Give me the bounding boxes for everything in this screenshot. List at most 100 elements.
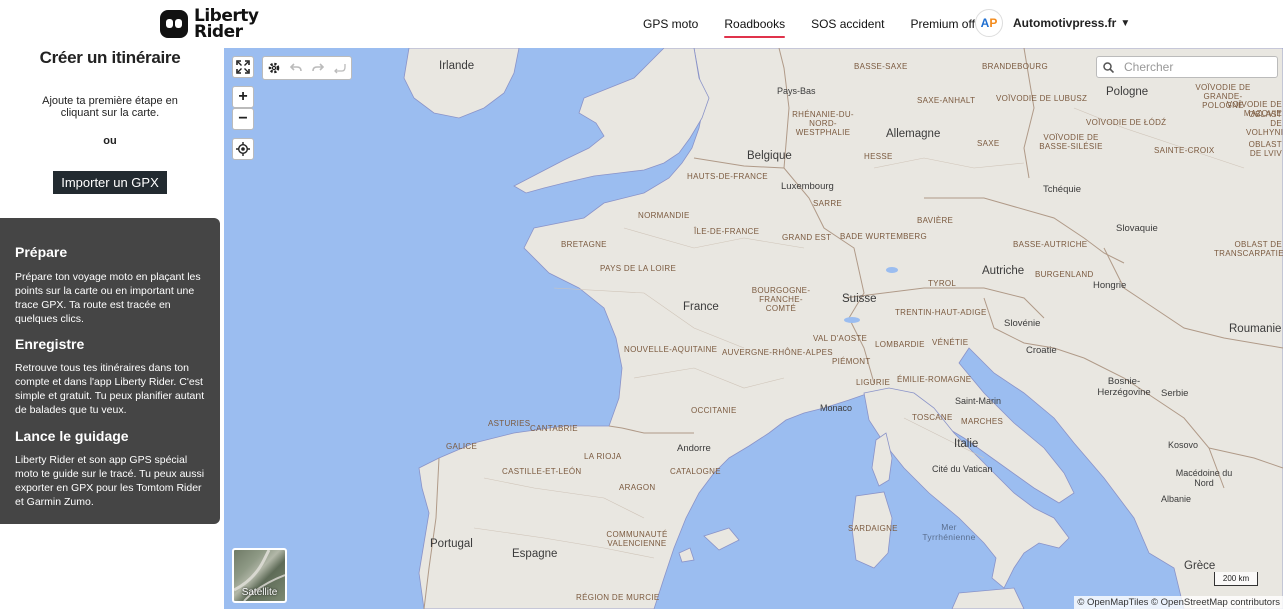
region-label: ARAGON [619,483,656,492]
satellite-label: Satellite [241,587,278,598]
map-canvas[interactable]: Irlande Pays-Bas Belgique Luxembourg All… [224,48,1283,609]
panel-hint: Ajoute ta première étape en cliquant sur… [42,95,178,119]
country-label: Slovénie [1004,318,1041,329]
region-label: SAXE-ANHALT [917,96,976,105]
region-label: OBLAST DE TRANSCARPATIE [1214,240,1283,258]
country-label: Serbie [1161,388,1189,399]
top-header: Liberty Rider GPS moto Roadbooks SOS acc… [0,0,1283,48]
chevron-down-icon[interactable]: ▼ [1120,18,1130,29]
region-label: AUVERGNE-RHÔNE-ALPES [722,348,833,357]
country-label: Andorre [677,443,711,454]
region-label: VOÏVODIE DE BASSE-SILÉSIE [1039,133,1103,151]
minus-icon: − [238,110,248,127]
crosshair-icon [236,142,250,156]
region-label: OBLAST DE LVIV [1248,140,1282,158]
redo-button[interactable] [307,57,329,79]
lake-constance [886,267,898,273]
map-attribution[interactable]: © OpenMapTiles © OpenStreetMap contribut… [1074,596,1283,609]
region-label: VOÏVODIE DE LUBUSZ [996,94,1088,103]
scale-bar: 200 km [1214,572,1258,586]
region-label: ÉMILIE-ROMAGNE [897,375,972,384]
section-text: Liberty Rider et son app GPS spécial mot… [15,454,205,508]
region-label: BADE WURTEMBERG [840,232,928,241]
region-label: RÉGION DE MURCIE [576,593,660,602]
or-separator: ou [103,135,117,147]
region-label: VAL D'AOSTE [813,334,868,343]
redo-icon [312,63,324,72]
country-label: Autriche [982,265,1025,277]
sea-label: Mer Tyrrhénienne [922,522,976,542]
map-search[interactable] [1096,56,1278,78]
region-label: SARDAIGNE [848,524,898,533]
search-input[interactable] [1122,59,1266,75]
account-menu[interactable]: AP Automotivpress.fr ▼ [975,9,1130,37]
zoom-out-button[interactable]: − [232,108,254,130]
satellite-toggle[interactable]: Satellite [232,548,287,603]
region-label: HAUTS-DE-FRANCE [687,172,768,181]
undo-icon [290,63,302,72]
country-label: Hongrie [1093,280,1127,291]
country-label: Irlande [439,60,475,72]
plus-icon: + [238,88,248,105]
region-label: LOMBARDIE [875,340,925,349]
country-label: Saint-Marin [955,396,1002,406]
region-label: BRETAGNE [561,240,607,249]
region-label: SAXE [977,139,1000,148]
section-title: Prépare [15,244,68,260]
region-label: PIÉMONT [832,357,871,366]
region-label: BAVIÈRE [917,216,954,225]
region-label: BASSE-AUTRICHE [1013,240,1088,249]
region-label: CATALOGNE [670,467,721,476]
region-label: BURGENLAND [1035,270,1094,279]
region-label: BOURGOGNE-FRANCHE-COMTÉ [751,286,811,313]
nav-roadbooks[interactable]: Roadbooks [724,17,785,38]
country-label: Tchéquie [1043,184,1082,195]
country-label: Italie [954,438,979,450]
region-label: SARRE [813,199,843,208]
country-label: Croatie [1026,345,1057,356]
region-label: BRANDEBOURG [982,62,1048,71]
region-label: TRENTIN-HAUT-ADIGE [895,308,987,317]
undo-button[interactable] [285,57,307,79]
region-label: LA RIOJA [584,452,622,461]
region-label: OBLAST DE VOLHYNIE [1246,110,1283,137]
country-label: Albanie [1161,494,1192,504]
region-label: HESSE [864,152,893,161]
return-route-button[interactable] [329,57,351,79]
country-label: Allemagne [886,128,941,140]
region-label: GRAND EST [782,233,832,242]
country-label: Monaco [820,403,853,413]
region-label: NOUVELLE-AQUITAINE [624,345,718,354]
panel-title: Créer un itinéraire [39,48,181,67]
locate-button[interactable] [232,138,254,160]
country-label: Macédoine du Nord [1175,468,1233,488]
country-label: Slovaquie [1116,223,1158,234]
section-text: Prépare ton voyage moto en plaçant les p… [15,271,201,325]
fullscreen-icon [236,60,250,74]
region-label: GALICE [446,442,478,451]
nav-sos-accident[interactable]: SOS accident [811,17,884,31]
nav-gps-moto[interactable]: GPS moto [643,17,698,31]
landmass-ibiza [678,547,695,563]
region-label: VÉNÉTIE [932,338,969,347]
settings-button[interactable] [263,57,285,79]
liberty-rider-logo[interactable]: Liberty Rider [160,5,264,43]
country-label: Bosnie-Herzégovine [1097,376,1151,398]
logo-icon [160,10,188,38]
import-gpx-button[interactable]: Importer un GPX [53,171,167,194]
search-icon [1103,61,1114,73]
zoom-in-button[interactable]: + [232,86,254,108]
country-label: Belgique [747,150,792,162]
account-name[interactable]: Automotivpress.fr [1013,16,1116,30]
country-label: Espagne [512,548,558,560]
route-panel: Créer un itinéraire Ajoute ta première é… [0,48,224,609]
region-label: VOÏVODIE DE ŁÓDŹ [1086,118,1167,127]
region-label: CASTILLE-ET-LEÓN [502,467,582,476]
region-label: TYROL [928,279,957,288]
country-label: Cité du Vatican [932,464,993,474]
region-label: SAINTE-CROIX [1154,146,1215,155]
region-label: PAYS DE LA LOIRE [600,264,677,273]
landmass-ireland [403,48,520,119]
avatar[interactable]: AP [975,9,1003,37]
fullscreen-button[interactable] [232,56,254,78]
